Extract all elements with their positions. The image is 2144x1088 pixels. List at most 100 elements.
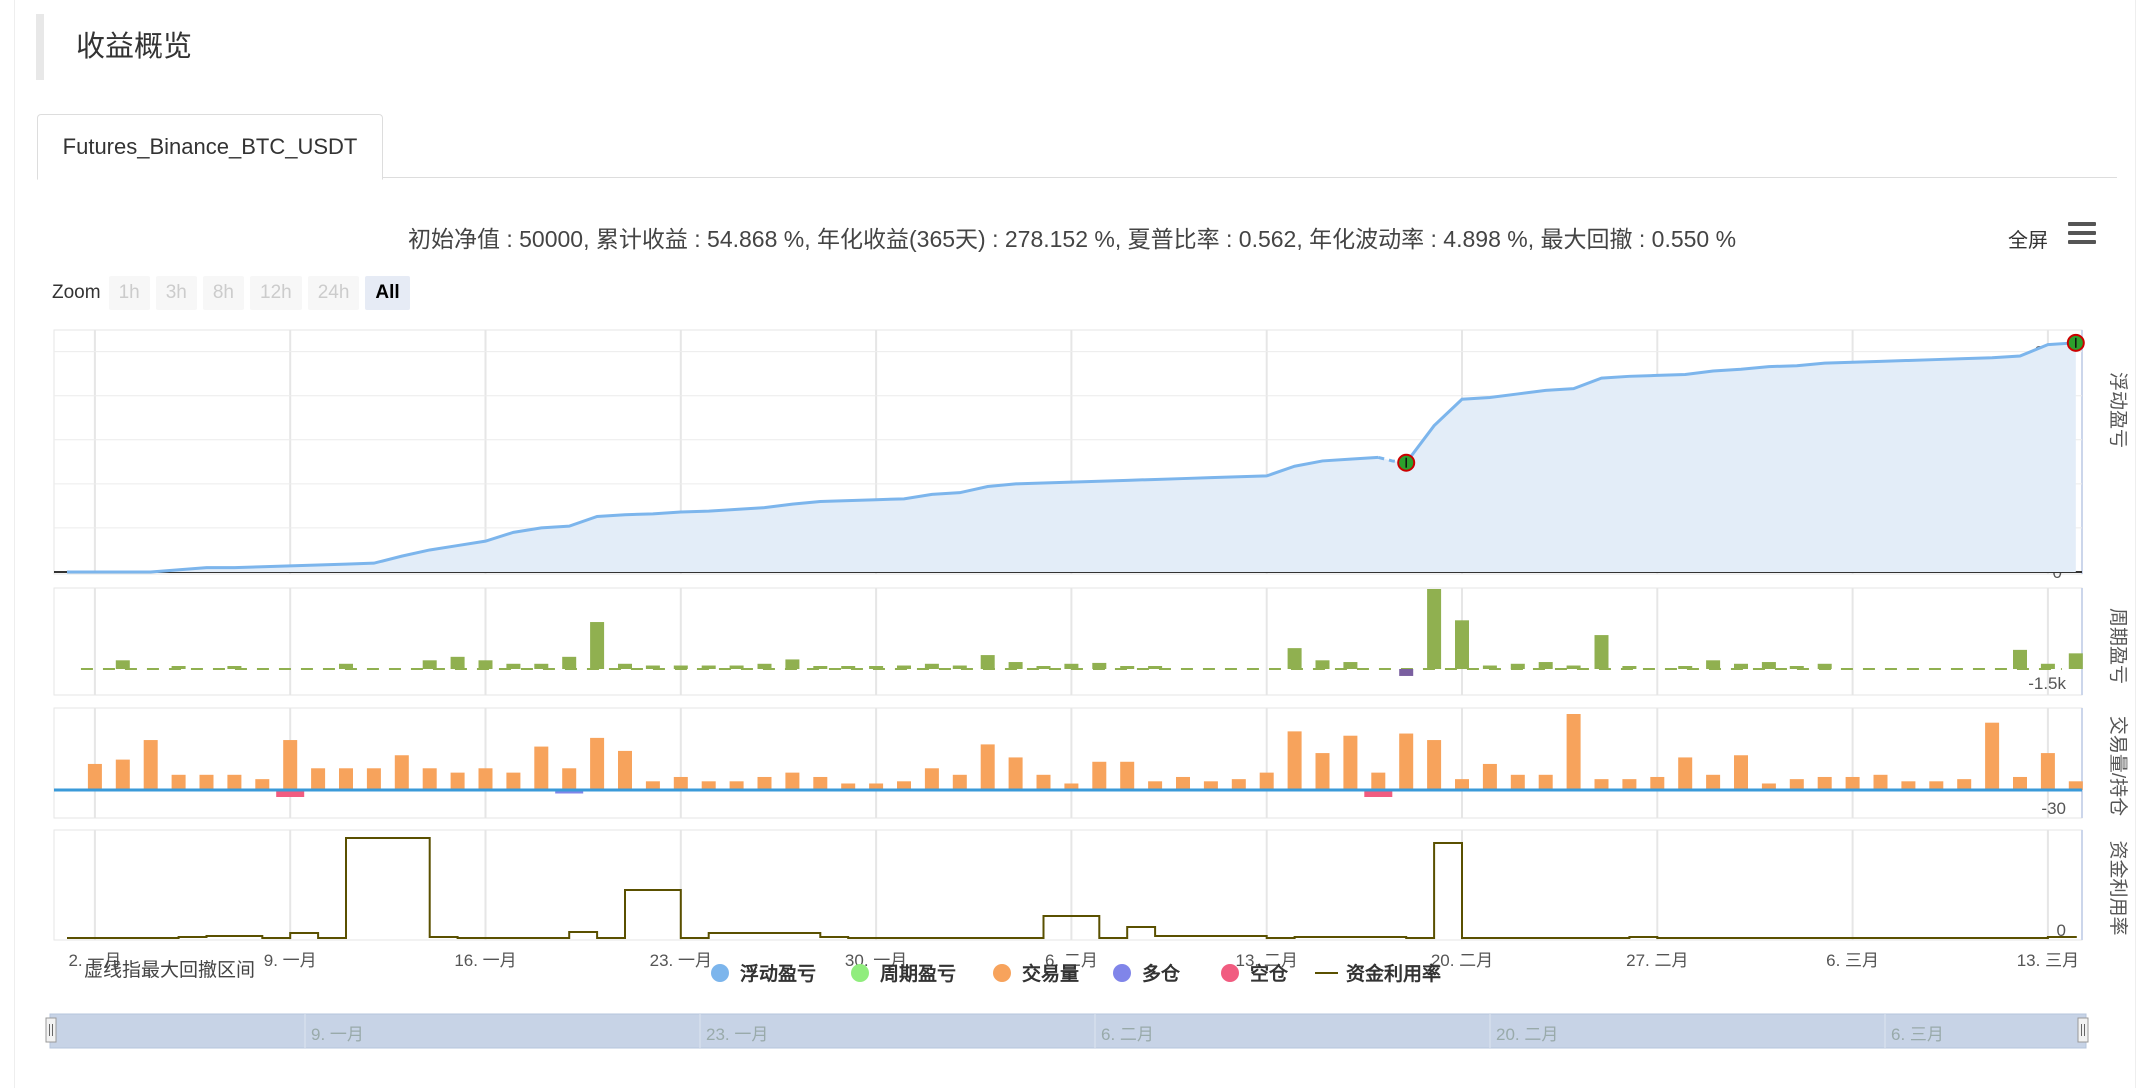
navigator-label: 6. 二月 — [1101, 1025, 1154, 1044]
volume-bar — [1231, 779, 1246, 790]
period-pnl-bar — [1455, 620, 1469, 669]
volume-bar — [87, 763, 102, 790]
volume-bar — [1594, 779, 1609, 790]
volume-bar — [1343, 735, 1358, 790]
navigator-label: 9. 一月 — [311, 1025, 364, 1044]
volume-bar — [394, 755, 409, 790]
volume-bar — [199, 774, 214, 790]
pane-frame-1 — [53, 587, 2083, 696]
period-pnl-bar — [1761, 662, 1776, 669]
volume-bar — [171, 774, 186, 790]
period-pnl-bar — [2013, 649, 2027, 669]
pane-frame-2 — [53, 707, 2083, 819]
legend-label: 空仓 — [1250, 962, 1289, 985]
volume-bar — [1455, 779, 1469, 790]
legend-item-0[interactable]: 浮动盈亏 — [711, 962, 816, 985]
period-pnl-bar — [2068, 653, 2083, 669]
period-pnl-bar — [813, 666, 828, 669]
volume-bar — [1873, 774, 1888, 790]
period-pnl-bar — [1399, 669, 1414, 676]
legend-label: 资金利用率 — [1346, 962, 1441, 985]
volume-bar — [618, 750, 632, 790]
legend-circle-icon — [1113, 964, 1131, 982]
volume-bar — [980, 744, 995, 790]
volume-bar — [1734, 755, 1748, 790]
legend-item-3[interactable]: 多仓 — [1113, 962, 1181, 985]
period-pnl-bar — [924, 663, 939, 669]
volume-bar — [450, 772, 465, 790]
legend-label: 周期盈亏 — [880, 963, 956, 985]
period-pnl-bar — [729, 665, 744, 669]
volume-bar — [478, 768, 493, 790]
pane-title-volume-position: 交易量/持仓 — [2107, 716, 2129, 816]
volume-bar — [311, 768, 326, 790]
legend-item-5[interactable]: 资金利用率 — [1315, 962, 1441, 985]
legend-circle-icon — [1221, 964, 1239, 982]
x-tick-label: 16. 一月 — [454, 951, 516, 970]
volume-bar — [813, 776, 828, 790]
volume-bar — [1566, 714, 1581, 790]
period-pnl-bar — [506, 663, 521, 669]
period-pnl-bar — [1343, 662, 1358, 669]
period-pnl-bar — [1427, 589, 1442, 669]
period-pnl-bar — [1148, 666, 1163, 669]
volume-bar — [1538, 774, 1553, 790]
period-pnl-bar — [1510, 663, 1525, 669]
period-pnl-bar — [1566, 665, 1581, 669]
period-pnl-bar — [1064, 663, 1079, 669]
period-pnl-bar — [701, 665, 716, 669]
navigator-handle-left[interactable] — [45, 1017, 57, 1043]
period-pnl-bar — [618, 663, 632, 669]
volume-bar — [673, 776, 688, 790]
period-pnl-bar — [1482, 665, 1497, 669]
pane-title-capital-utilization: 资金利用率 — [2107, 840, 2129, 935]
x-tick-label: 9. 一月 — [264, 951, 317, 970]
period-pnl-bar — [673, 665, 688, 669]
volume-bar — [1371, 772, 1386, 790]
y-tick-label: -30 — [2041, 799, 2066, 818]
legend-label: 浮动盈亏 — [740, 962, 816, 985]
volume-bar — [1510, 774, 1525, 790]
period-pnl-bar — [1008, 662, 1023, 669]
volume-bar — [1399, 733, 1414, 790]
legend-circle-icon — [993, 964, 1011, 982]
period-pnl-bar — [115, 660, 130, 669]
period-pnl-bar — [590, 622, 605, 669]
period-pnl-bar — [1036, 666, 1051, 669]
period-pnl-bar — [1622, 666, 1637, 669]
x-tick-label: 27. 二月 — [1626, 951, 1688, 970]
volume-bar — [2013, 776, 2027, 790]
volume-bar — [1120, 761, 1135, 790]
volume-bar — [1008, 757, 1023, 790]
legend-item-4[interactable]: 空仓 — [1221, 962, 1289, 985]
navigator-handle-body — [2077, 1017, 2089, 1043]
legend-circle-icon — [851, 964, 869, 982]
volume-bar — [534, 746, 549, 790]
period-pnl-bar — [227, 666, 242, 669]
period-pnl-bar — [562, 656, 577, 669]
period-pnl-bar — [478, 660, 493, 669]
pane-title-floating-pnl: 浮动盈亏 — [2107, 372, 2129, 448]
volume-bar — [1706, 774, 1721, 790]
y-tick-label: -1.5k — [2028, 674, 2066, 693]
volume-bar — [1427, 740, 1442, 790]
volume-bar — [1845, 776, 1860, 790]
volume-bar — [1176, 776, 1190, 790]
period-pnl-bar — [980, 655, 995, 669]
volume-bar — [1789, 779, 1804, 790]
period-pnl-bar — [757, 663, 772, 669]
navigator-handle-right[interactable] — [2077, 1017, 2089, 1043]
volume-bar — [339, 768, 353, 790]
legend-item-2[interactable]: 交易量 — [993, 962, 1079, 985]
legend-label: 交易量 — [1022, 962, 1079, 985]
period-pnl-bar — [422, 660, 437, 669]
volume-bar — [1259, 772, 1274, 790]
period-pnl-bar — [450, 656, 465, 669]
period-pnl-bar — [897, 665, 911, 669]
navigator-label: 23. 一月 — [706, 1025, 768, 1044]
period-pnl-bar — [1120, 666, 1135, 669]
volume-bar — [506, 772, 521, 790]
period-pnl-bar — [1734, 663, 1748, 669]
volume-bar — [255, 779, 270, 790]
x-tick-label: 23. 一月 — [650, 951, 712, 970]
